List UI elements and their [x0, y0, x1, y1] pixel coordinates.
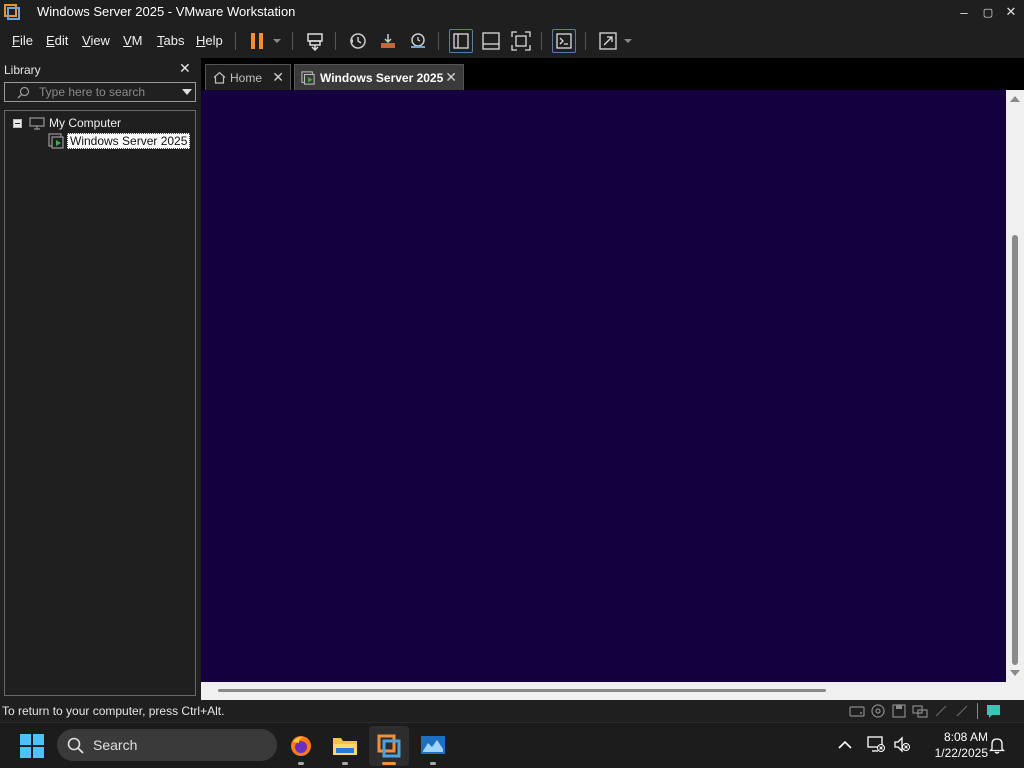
server-manager-taskbar-button[interactable]: [413, 726, 453, 766]
clock-time: 8:08 AM: [943, 730, 988, 744]
console-view-icon[interactable]: [552, 28, 576, 54]
file-explorer-taskbar-button[interactable]: [325, 726, 365, 766]
library-panel: Library ✕ My Computer Windows Server 202…: [0, 58, 201, 700]
library-tree: My Computer Windows Server 2025: [4, 110, 196, 696]
search-icon: [17, 86, 30, 99]
power-dropdown-chevron-down-icon[interactable]: [270, 28, 284, 54]
notification-bell-icon[interactable]: [989, 736, 1005, 754]
library-close-icon[interactable]: ✕: [179, 60, 191, 77]
clock-date: 1/22/2025: [934, 746, 988, 760]
toolbar-separator: [335, 32, 336, 50]
windows-start-icon[interactable]: [20, 734, 44, 758]
vertical-scroll-thumb[interactable]: [1012, 235, 1018, 665]
window-title: Windows Server 2025 - VMware Workstation: [37, 4, 296, 19]
menu-view[interactable]: View: [82, 33, 110, 48]
scroll-down-arrow-icon[interactable]: [1010, 670, 1020, 676]
toolbar-separator: [438, 32, 439, 50]
tab-windows-server-2025[interactable]: Windows Server 2025 ✕: [294, 64, 464, 90]
toolbar-separator: [585, 32, 586, 50]
vm-running-icon: [301, 70, 315, 85]
library-search-box[interactable]: [4, 82, 196, 102]
horizontal-scroll-thumb[interactable]: [218, 689, 826, 692]
send-ctrl-alt-del-icon[interactable]: [303, 28, 327, 54]
tab-windows-server-2025-label: Windows Server 2025: [320, 70, 444, 85]
horizontal-scrollbar[interactable]: [201, 682, 1024, 700]
vmware-taskbar-button[interactable]: [369, 726, 409, 766]
firefox-taskbar-button[interactable]: [281, 726, 321, 766]
taskbar-search-box[interactable]: Search: [57, 729, 277, 761]
network-disconnected-icon[interactable]: [867, 736, 885, 753]
maximize-button[interactable]: ▢: [976, 0, 1000, 24]
windows-taskbar: Search 8:08 AM 1/22/2025: [0, 722, 1024, 768]
vmware-icon: [377, 734, 401, 758]
volume-muted-icon[interactable]: [893, 736, 911, 753]
pause-icon[interactable]: [246, 28, 268, 54]
message-log-icon[interactable]: [986, 704, 1002, 718]
toolbar-separator: [292, 32, 293, 50]
vertical-scrollbar[interactable]: [1006, 90, 1024, 682]
stretch-guest-icon[interactable]: [596, 28, 620, 54]
tab-home[interactable]: Home ✕: [205, 64, 291, 90]
search-icon: [67, 737, 84, 754]
close-button[interactable]: ✕: [999, 0, 1023, 24]
show-library-icon[interactable]: [449, 28, 473, 54]
search-dropdown-chevron-down-icon[interactable]: [182, 89, 192, 96]
active-indicator: [382, 762, 396, 765]
running-indicator: [342, 762, 348, 765]
usb-device-icon[interactable]: [933, 704, 949, 718]
tab-home-close-icon[interactable]: ✕: [272, 69, 284, 86]
title-bar: Windows Server 2025 - VMware Workstation…: [0, 0, 1024, 24]
menu-tabs[interactable]: Tabs: [157, 33, 184, 48]
computer-icon: [29, 116, 45, 130]
home-icon: [213, 71, 226, 84]
cd-dvd-icon[interactable]: [870, 704, 886, 718]
minimize-button[interactable]: –: [952, 0, 976, 24]
running-indicator: [298, 762, 304, 765]
folder-icon: [333, 738, 357, 755]
monitor-chart-icon: [421, 736, 445, 754]
tab-bar: Home ✕ Windows Server 2025 ✕: [201, 58, 1024, 90]
thumbnail-bar-icon[interactable]: [479, 28, 503, 54]
menu-edit[interactable]: Edit: [46, 33, 68, 48]
vm-console-screen[interactable]: [201, 90, 1006, 682]
vmware-app-icon[interactable]: [4, 4, 20, 20]
collapse-toggle-icon[interactable]: [13, 118, 22, 128]
vm-running-icon: [48, 133, 64, 149]
tab-windows-server-2025-close-icon[interactable]: ✕: [445, 69, 457, 86]
menu-toolbar-bar: File Edit View VM Tabs Help: [0, 24, 1024, 58]
status-message: To return to your computer, press Ctrl+A…: [2, 704, 225, 718]
running-indicator: [430, 762, 436, 765]
tree-label-windows-server-2025: Windows Server 2025: [67, 133, 191, 149]
stretch-dropdown-chevron-down-icon[interactable]: [621, 28, 635, 54]
scroll-up-arrow-icon[interactable]: [1010, 96, 1020, 102]
menu-help[interactable]: Help: [196, 33, 223, 48]
sound-card-icon[interactable]: [954, 704, 970, 718]
firefox-icon: [291, 736, 311, 756]
network-adapter-icon[interactable]: [912, 704, 928, 718]
library-search-input[interactable]: [39, 85, 177, 99]
hard-disk-icon[interactable]: [849, 704, 865, 718]
tree-node-windows-server-2025[interactable]: Windows Server 2025: [48, 133, 191, 149]
full-screen-icon[interactable]: [509, 28, 533, 54]
menu-file[interactable]: File: [12, 33, 33, 48]
menu-vm[interactable]: VM: [123, 33, 143, 48]
revert-snapshot-icon[interactable]: [376, 28, 400, 54]
show-hidden-icons-chevron-up-icon[interactable]: [838, 740, 852, 749]
library-title: Library: [4, 63, 41, 77]
snapshot-clock-icon[interactable]: [346, 28, 370, 54]
tab-home-label: Home: [230, 70, 263, 85]
taskbar-search-label: Search: [93, 737, 138, 753]
system-clock[interactable]: 8:08 AM 1/22/2025: [918, 729, 988, 761]
snapshot-manager-icon[interactable]: [406, 28, 430, 54]
toolbar-separator: [235, 32, 236, 50]
tree-node-my-computer[interactable]: My Computer: [13, 116, 121, 130]
floppy-icon[interactable]: [891, 704, 907, 718]
toolbar-separator: [541, 32, 542, 50]
tree-label-my-computer: My Computer: [49, 116, 122, 130]
status-bar: To return to your computer, press Ctrl+A…: [0, 700, 1024, 722]
status-separator: [977, 703, 978, 719]
